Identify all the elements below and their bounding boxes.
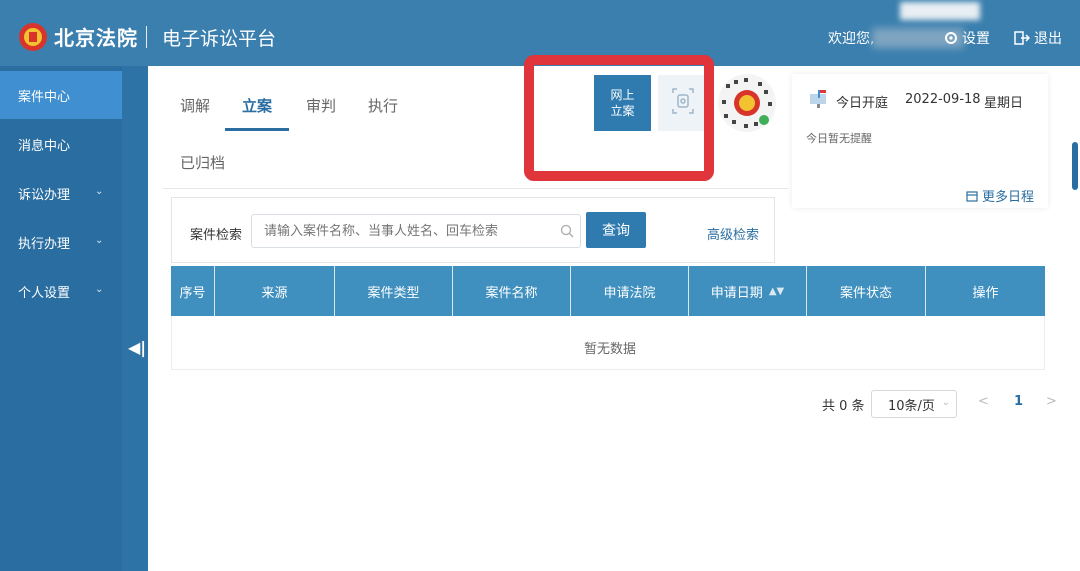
more-schedule-label: 更多日程 [982,190,1035,205]
advanced-search-link[interactable]: 高级检索 [707,224,759,243]
court-emblem-icon [19,23,47,51]
gear-icon [945,32,957,44]
qr-code-image[interactable] [718,74,776,132]
sidebar-item-label: 消息中心 [18,138,71,154]
sidebar-item-label: 案件中心 [18,89,71,105]
schedule-weekday: 星期日 [984,96,1024,111]
tab-mediation[interactable]: 调解 [180,95,210,116]
sidebar-item-message-center[interactable]: 消息中心 [0,120,122,168]
tabs-divider [163,188,788,189]
tab-execution[interactable]: 执行 [368,95,398,116]
column-header-source: 来源 [215,266,335,316]
highlight-box [524,55,714,181]
scrollbar-handle[interactable] [1072,142,1078,190]
chevron-down-icon: ⌄ [941,397,950,408]
sidebar-item-label: 诉讼办理 [18,187,71,203]
column-header-apply-date-label: 申请日期 [710,285,763,301]
page-size-value: 10条/页 [888,398,935,414]
prev-page-button[interactable]: < [978,394,989,409]
query-button[interactable]: 查询 [586,212,646,248]
column-header-case-type: 案件类型 [335,266,453,316]
column-header-court: 申请法院 [571,266,689,316]
sidebar-item-litigation[interactable]: 诉讼办理 ⌄ [0,169,122,217]
more-schedule-link[interactable]: 更多日程 [966,186,1034,205]
redacted-top [900,2,980,20]
column-header-case-name: 案件名称 [453,266,571,316]
column-header-actions: 操作 [972,285,999,301]
sidebar-item-case-center[interactable]: 案件中心 [0,71,122,119]
search-label: 案件检索 [190,228,243,243]
sidebar-item-label: 执行办理 [18,236,71,252]
search-icon [560,224,574,238]
schedule-date: 2022-09-18 [905,92,981,107]
empty-table-text: 暂无数据 [584,342,637,357]
tab-filing[interactable]: 立案 [242,95,272,116]
table-header: 序号 来源 案件类型 案件名称 申请法院 申请日期 ▲▼ 案件状态 操作 [171,266,1045,316]
settings-link[interactable]: 设置 [944,28,990,48]
logout-link[interactable]: 退出 [1014,28,1062,48]
sidebar: 案件中心 消息中心 诉讼办理 ⌄ 执行办理 ⌄ 个人设置 ⌄ ◀| [0,66,148,571]
logout-icon [1014,31,1030,45]
logout-label: 退出 [1034,31,1062,47]
platform-title: 电子诉讼平台 [162,28,277,50]
calendar-icon [966,190,978,202]
next-page-button[interactable]: > [1046,394,1057,409]
chevron-down-icon: ⌄ [95,186,104,197]
active-tab-indicator [225,128,289,131]
collapse-sidebar-icon[interactable]: ◀| [128,338,146,357]
page-size-select[interactable]: 10条/页 ⌄ [871,390,957,418]
chevron-down-icon: ⌄ [95,235,104,246]
schedule-title: 今日开庭 [836,96,889,111]
tab-archived[interactable]: 已归档 [180,152,225,173]
sidebar-item-personal-settings[interactable]: 个人设置 ⌄ [0,267,122,315]
column-header-apply-date[interactable]: 申请日期 ▲▼ [689,266,807,316]
sidebar-collapse-bar [122,66,148,571]
welcome-text: 欢迎您, [828,31,875,47]
search-input[interactable] [251,214,581,248]
sidebar-item-label: 个人设置 [18,285,71,301]
column-header-index: 序号 [171,266,215,316]
sort-icon[interactable]: ▲▼ [769,286,784,297]
tab-trial[interactable]: 审判 [306,95,336,116]
sidebar-item-execution[interactable]: 执行办理 ⌄ [0,218,122,266]
brand-title: 北京法院 [54,26,138,50]
settings-label: 设置 [962,31,990,47]
pagination-total: 共 0 条 [822,399,865,414]
schedule-note: 今日暂无提醒 [806,132,872,145]
mailbox-icon [810,90,826,108]
qr-code-icon [722,78,772,128]
page-number-1[interactable]: 1 [1014,394,1023,409]
brand-divider [146,26,147,48]
column-header-status: 案件状态 [807,266,926,316]
chevron-down-icon: ⌄ [95,284,104,295]
